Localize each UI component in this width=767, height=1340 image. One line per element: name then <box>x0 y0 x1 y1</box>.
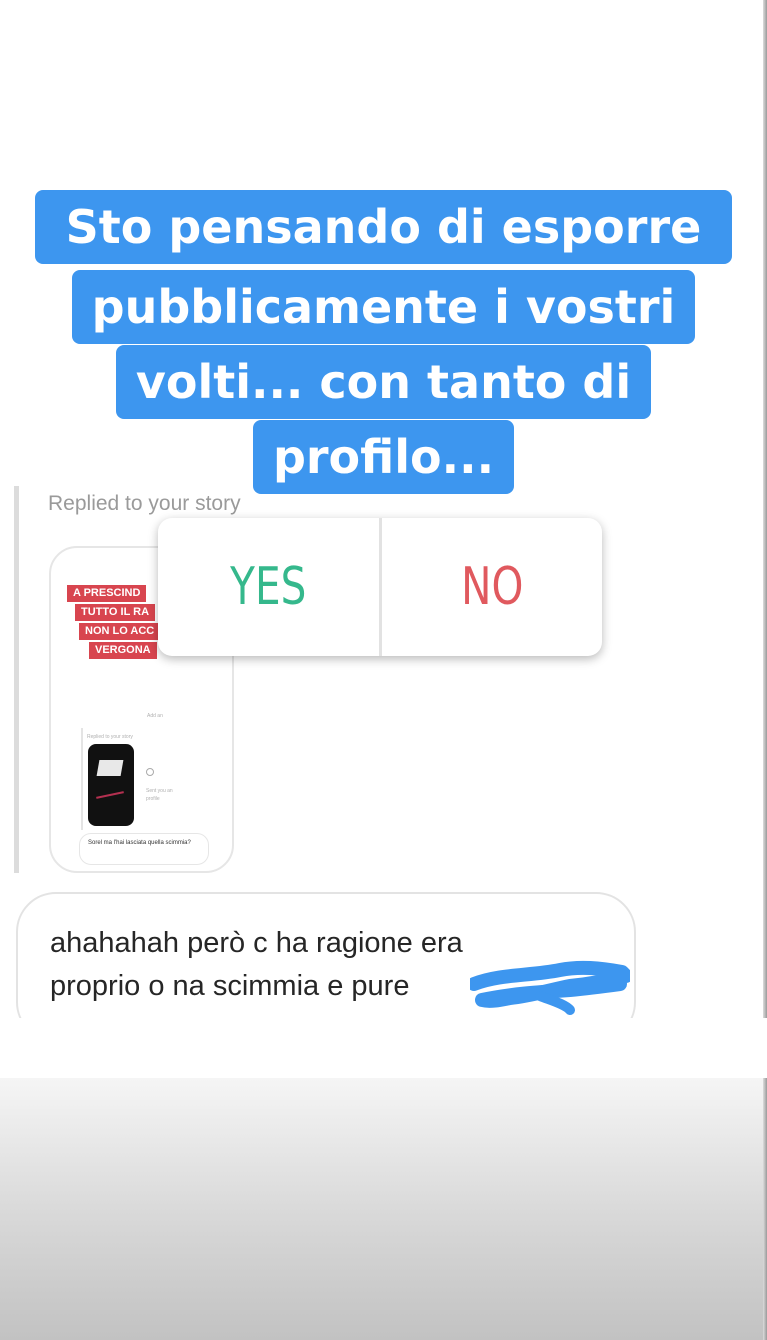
thumbnail-caption-line: TUTTO IL RA <box>75 604 156 621</box>
thumbnail-story-preview <box>88 744 134 826</box>
thumbnail-message-bubble: Sorel ma l'hai lasciata quella scimmia? <box>79 833 209 865</box>
thumbnail-caption-line: A PRESCIND <box>67 585 147 602</box>
redaction-scribble <box>470 960 630 1015</box>
story-caption-line: volti... con tanto di <box>0 345 767 419</box>
thumbnail-small-text: Sent you an <box>146 788 173 794</box>
thumbnail-small-text: profile <box>146 796 160 802</box>
thumbnail-quote-bar <box>81 728 83 830</box>
message-cutoff <box>0 1018 767 1078</box>
poll-yes-option[interactable]: YES <box>182 518 354 656</box>
thumbnail-small-text: Add an <box>147 713 163 719</box>
poll-divider <box>378 518 382 656</box>
poll-no-option[interactable]: NO <box>406 518 578 656</box>
story-caption-line: Sto pensando di esporre <box>0 190 767 264</box>
thumbnail-small-text: Replied to your story <box>87 734 133 740</box>
poll-sticker[interactable]: YES NO <box>158 518 602 656</box>
reply-icon <box>146 768 154 776</box>
thumbnail-caption-line: NON LO ACC <box>79 623 161 640</box>
reply-quote-bar <box>14 486 19 873</box>
story-caption-line: profilo... <box>0 420 767 494</box>
thumbnail-caption-line: VERGONA <box>89 642 157 659</box>
story-caption-line: pubblicamente i vostri <box>0 270 767 344</box>
replied-to-story-label: Replied to your story <box>48 492 241 515</box>
